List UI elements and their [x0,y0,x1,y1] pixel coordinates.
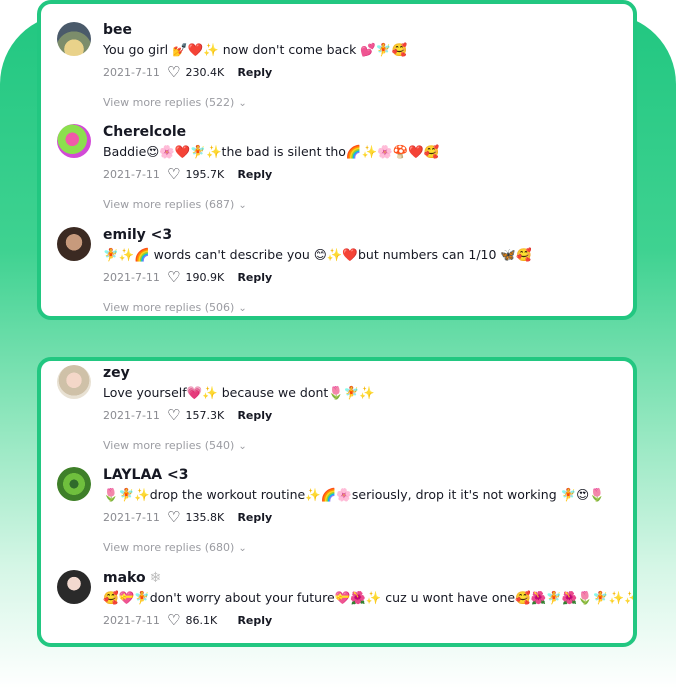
like-count: 195.7K [185,168,225,181]
comment-meta: 2021-7-11 ♡ 157.3K Reply [103,408,272,423]
username[interactable]: Cherelcole [103,124,186,140]
view-more-label: View more replies (687) [103,198,235,211]
chevron-down-icon: ⌄ [238,543,247,554]
comment-meta: 2021-7-11 ♡ 135.8K Reply [103,510,272,525]
chevron-down-icon: ⌄ [238,200,247,211]
comment-date: 2021-7-11 [103,511,160,524]
reply-button[interactable]: Reply [237,511,272,524]
comment-date: 2021-7-11 [103,409,160,422]
view-more-replies[interactable]: View more replies (680) ⌄ [103,541,247,554]
heart-outline-icon[interactable]: ♡ [167,408,180,423]
avatar[interactable] [57,124,91,158]
username[interactable]: bee [103,22,132,38]
avatar[interactable] [57,22,91,56]
reply-button[interactable]: Reply [237,66,272,79]
heart-outline-icon[interactable]: ♡ [167,270,180,285]
comment-text: Baddie😍🌸❤️🧚✨the bad is silent tho🌈✨🌸🍄❤️🥰 [103,144,440,159]
username[interactable]: mako ❄ [103,570,161,586]
reply-button[interactable]: Reply [237,409,272,422]
comment-meta: 2021-7-11 ♡ 86.1K Reply [103,613,272,628]
heart-outline-icon[interactable]: ♡ [167,65,180,80]
like-count: 135.8K [185,511,225,524]
comment-text: 🌷🧚✨drop the workout routine✨🌈🌸seriously,… [103,487,605,502]
reply-button[interactable]: Reply [237,271,272,284]
like-count: 86.1K [185,614,218,627]
view-more-replies[interactable]: View more replies (687) ⌄ [103,198,247,211]
view-more-replies[interactable]: View more replies (506) ⌄ [103,301,247,314]
avatar[interactable] [57,365,91,399]
comment-meta: 2021-7-11 ♡ 195.7K Reply [103,167,272,182]
avatar[interactable] [57,570,91,604]
view-more-label: View more replies (680) [103,541,235,554]
like-count: 157.3K [185,409,225,422]
snowflake-badge-icon: ❄ [149,570,162,586]
comment-text: Love yourself💗✨ because we dont🌷🧚✨ [103,385,375,400]
avatar[interactable] [57,227,91,261]
username[interactable]: zey [103,365,130,381]
comment-meta: 2021-7-11 ♡ 190.9K Reply [103,270,272,285]
heart-outline-icon[interactable]: ♡ [167,613,180,628]
comment-text: 🧚✨🌈 words can't describe you 😊✨❤️but num… [103,247,532,262]
avatar[interactable] [57,467,91,501]
comment-meta: 2021-7-11 ♡ 230.4K Reply [103,65,272,80]
view-more-replies[interactable]: View more replies (540) ⌄ [103,439,247,452]
username-label: mako [103,570,146,586]
view-more-label: View more replies (506) [103,301,235,314]
reply-button[interactable]: Reply [237,168,272,181]
comment-date: 2021-7-11 [103,66,160,79]
username[interactable]: LAYLAA <3 [103,467,189,483]
view-more-label: View more replies (522) [103,96,235,109]
reply-button[interactable]: Reply [237,614,272,627]
like-count: 230.4K [185,66,225,79]
comments-panel-bottom: zey Love yourself💗✨ because we dont🌷🧚✨ 2… [37,357,637,647]
username[interactable]: emily <3 [103,227,172,243]
view-more-replies[interactable]: View more replies (522) ⌄ [103,96,247,109]
view-more-label: View more replies (540) [103,439,235,452]
comment-date: 2021-7-11 [103,271,160,284]
chevron-down-icon: ⌄ [238,441,247,452]
chevron-down-icon: ⌄ [238,98,247,109]
heart-outline-icon[interactable]: ♡ [167,510,180,525]
comment-text: 🥰💝🧚don't worry about your future💝🌺✨ cuz … [103,590,637,605]
heart-outline-icon[interactable]: ♡ [167,167,180,182]
chevron-down-icon: ⌄ [238,303,247,314]
comment-text: You go girl 💅❤️✨ now don't come back 💕🧚🥰 [103,42,408,57]
comment-date: 2021-7-11 [103,168,160,181]
like-count: 190.9K [185,271,225,284]
comment-date: 2021-7-11 [103,614,160,627]
comments-panel-top: bee You go girl 💅❤️✨ now don't come back… [37,0,637,320]
